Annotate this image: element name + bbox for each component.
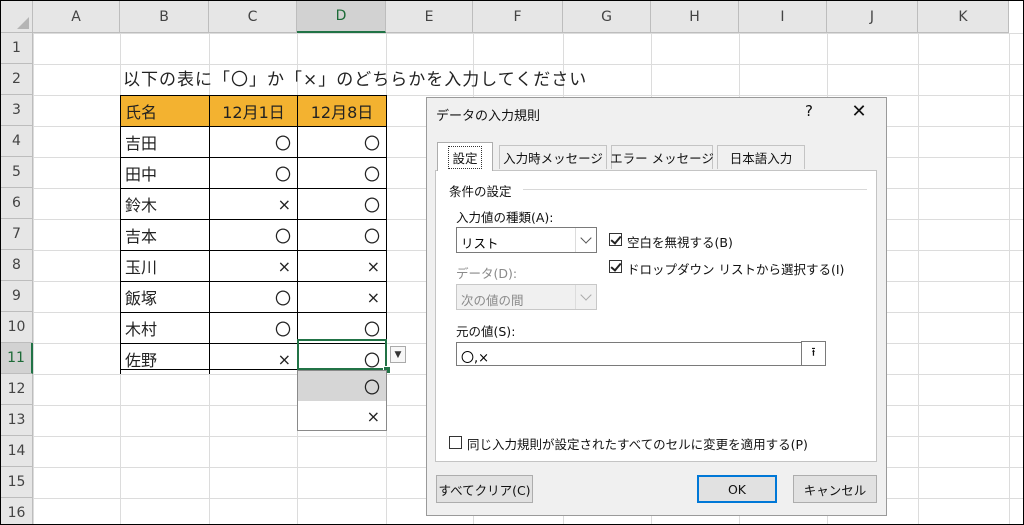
table-value-cell[interactable]: 〇: [209, 126, 297, 157]
apply-all-label[interactable]: 同じ入力規則が設定されたすべてのセルに変更を適用する(P): [467, 434, 808, 453]
dropdown-option[interactable]: ×: [298, 401, 386, 431]
column-header-e[interactable]: E: [386, 1, 473, 33]
criteria-group-label: 条件の設定: [449, 184, 512, 199]
chevron-down-icon: [575, 285, 596, 309]
table-header-cell[interactable]: 氏名: [120, 95, 209, 126]
table-value-cell[interactable]: 〇: [297, 157, 386, 188]
ignore-blank-checkbox[interactable]: [609, 233, 622, 246]
column-header-c[interactable]: C: [209, 1, 297, 33]
allow-value: リスト: [461, 236, 499, 251]
tab-settings[interactable]: 設定: [437, 142, 493, 171]
table-header-cell[interactable]: 12月1日: [209, 95, 297, 126]
table-value-cell[interactable]: 〇: [209, 219, 297, 250]
column-header-j[interactable]: J: [827, 1, 918, 33]
tab-input-message[interactable]: 入力時メッセージ: [499, 145, 607, 169]
gridline-vertical: [33, 33, 34, 524]
source-label: 元の値(S):: [456, 324, 516, 339]
select-all-corner[interactable]: [1, 1, 33, 33]
instruction-text[interactable]: 以下の表に「〇」か「×」のどちらかを入力してください: [123, 65, 587, 90]
tab-label: 設定: [448, 145, 482, 169]
source-value: 〇,×: [461, 351, 490, 366]
data-label: データ(D):: [456, 266, 518, 281]
cell-dropdown-list: 〇 ×: [297, 370, 387, 431]
row-header-7[interactable]: 7: [1, 219, 33, 250]
row-header-3[interactable]: 3: [1, 95, 33, 126]
table-name-cell[interactable]: 吉本: [120, 219, 209, 250]
row-header-11[interactable]: 11: [1, 343, 33, 374]
allow-label: 入力値の種類(A):: [456, 210, 554, 225]
tab-japanese-input[interactable]: 日本語入力: [717, 145, 805, 169]
data-value: 次の値の間: [461, 293, 524, 308]
row-header-13[interactable]: 13: [1, 405, 33, 436]
table-border-right: [386, 95, 387, 370]
row-header-2[interactable]: 2: [1, 64, 33, 95]
cancel-button[interactable]: キャンセル: [793, 475, 877, 503]
row-header-8[interactable]: 8: [1, 250, 33, 281]
dropdown-option[interactable]: 〇: [298, 371, 386, 401]
row-header-15[interactable]: 15: [1, 467, 33, 498]
row-header-12[interactable]: 12: [1, 374, 33, 405]
table-value-cell[interactable]: ×: [297, 281, 386, 312]
table-value-cell[interactable]: 〇: [297, 126, 386, 157]
row-header-1[interactable]: 1: [1, 33, 33, 64]
row-header-9[interactable]: 9: [1, 281, 33, 312]
row-header-16[interactable]: 16: [1, 498, 33, 524]
screenshot-frame: 氏名 12月1日 12月8日 吉田〇〇田中〇〇鈴木 × 〇吉本〇〇玉川 × × 飯塚〇 × 木村〇〇…: [0, 0, 1024, 525]
table-value-cell[interactable]: 〇: [297, 219, 386, 250]
active-cell-d11[interactable]: [297, 339, 387, 370]
dialog-title: データの入力規則: [436, 109, 541, 124]
column-header-d[interactable]: D: [297, 1, 386, 33]
settings-panel: 条件の設定 入力値の種類(A): リスト 空白を無視する(B) ドロップダウン …: [435, 170, 877, 462]
data-validation-dialog: データの入力規則 ? ✕ 設定 入力時メッセージ エラー メッセージ 日本語入力…: [426, 97, 887, 516]
allow-select[interactable]: リスト: [456, 227, 597, 253]
column-header-a[interactable]: A: [33, 1, 120, 33]
table-value-cell[interactable]: ×: [209, 188, 297, 219]
column-header-h[interactable]: H: [651, 1, 739, 33]
column-header-f[interactable]: F: [473, 1, 563, 33]
cell-dropdown-button[interactable]: ▼: [390, 346, 406, 363]
row-header-10[interactable]: 10: [1, 312, 33, 343]
close-button[interactable]: ✕: [849, 101, 869, 122]
column-header-g[interactable]: G: [563, 1, 651, 33]
tab-error-message[interactable]: エラー メッセージ: [610, 145, 714, 169]
clear-all-button[interactable]: すべてクリア(C): [436, 475, 533, 503]
in-cell-dropdown-label[interactable]: ドロップダウン リストから選択する(I): [627, 259, 844, 278]
row-header-5[interactable]: 5: [1, 157, 33, 188]
source-input[interactable]: 〇,×: [456, 342, 820, 366]
column-header-i[interactable]: I: [739, 1, 827, 33]
table-value-cell[interactable]: 〇: [297, 188, 386, 219]
table-value-cell[interactable]: 〇: [209, 281, 297, 312]
data-select: 次の値の間: [456, 284, 597, 310]
ok-button[interactable]: OK: [697, 475, 777, 503]
table-value-cell[interactable]: ×: [209, 250, 297, 281]
table-value-cell[interactable]: ×: [297, 250, 386, 281]
table-header-cell[interactable]: 12月8日: [297, 95, 386, 126]
row-header-4[interactable]: 4: [1, 126, 33, 157]
row-header-14[interactable]: 14: [1, 436, 33, 467]
help-button[interactable]: ?: [799, 102, 819, 120]
table-name-cell[interactable]: 鈴木: [120, 188, 209, 219]
gridline-vertical: [918, 33, 919, 524]
in-cell-dropdown-checkbox[interactable]: [609, 260, 622, 273]
gridline-horizontal: [33, 33, 1023, 34]
collapse-dialog-icon[interactable]: ⭱: [801, 341, 826, 366]
table-name-cell[interactable]: 木村: [120, 312, 209, 343]
column-header-k[interactable]: K: [918, 1, 1009, 33]
column-header-b[interactable]: B: [120, 1, 209, 33]
table-value-cell[interactable]: 〇: [209, 157, 297, 188]
row-header-6[interactable]: 6: [1, 188, 33, 219]
apply-all-checkbox[interactable]: [449, 436, 462, 449]
gridline-vertical: [1009, 33, 1010, 524]
group-divider: [523, 189, 867, 190]
table-name-cell[interactable]: 飯塚: [120, 281, 209, 312]
ignore-blank-label[interactable]: 空白を無視する(B): [627, 232, 733, 251]
table-value-cell[interactable]: 〇: [209, 312, 297, 343]
chevron-down-icon[interactable]: [575, 228, 596, 252]
table-name-cell[interactable]: 吉田: [120, 126, 209, 157]
table-name-cell[interactable]: 田中: [120, 157, 209, 188]
table-name-cell[interactable]: 玉川: [120, 250, 209, 281]
